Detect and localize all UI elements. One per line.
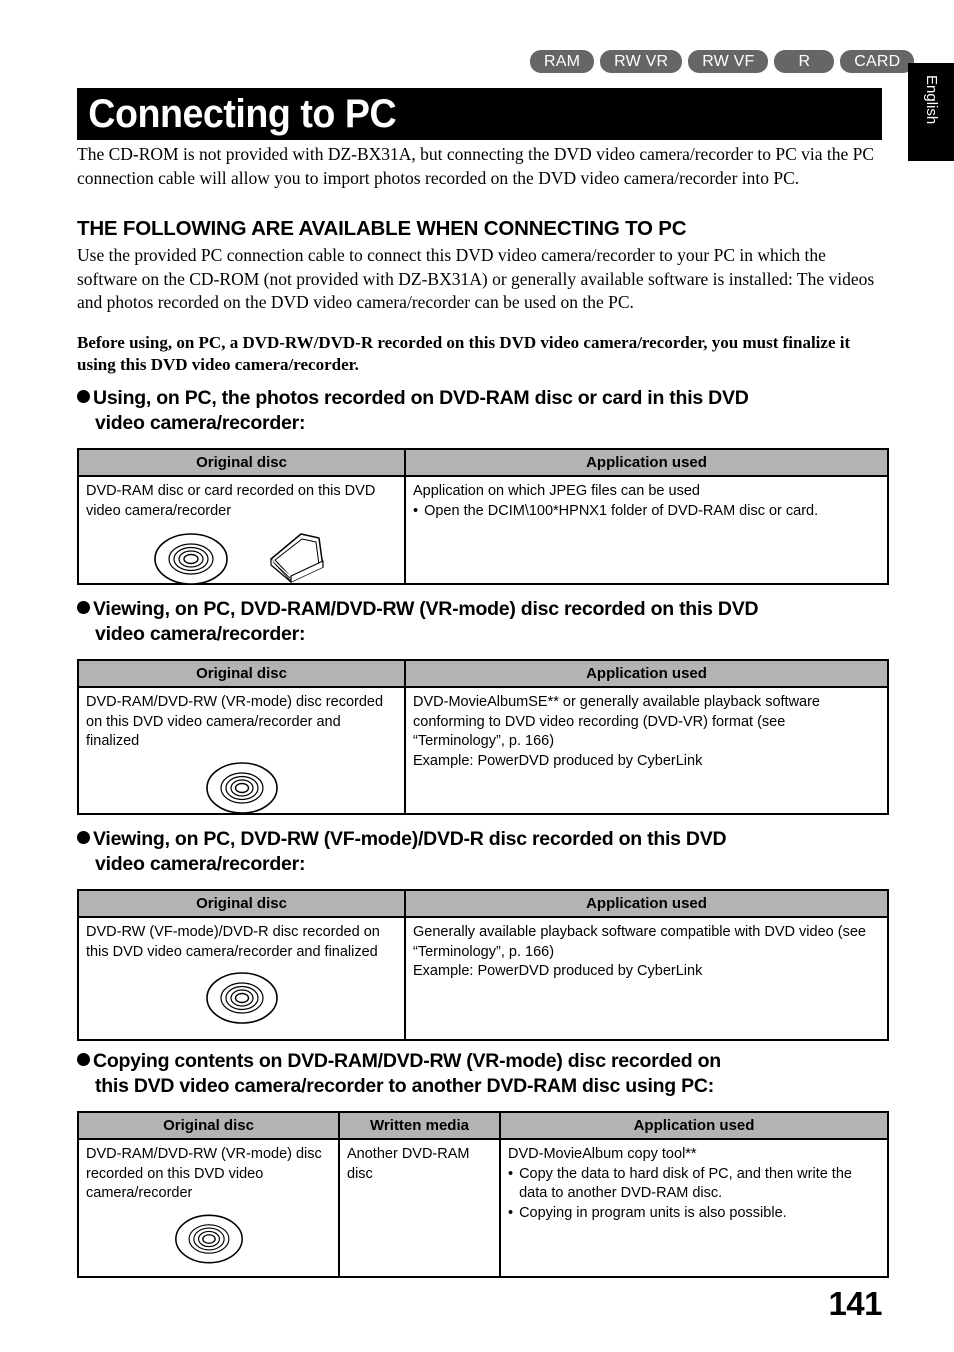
table-2-cell-2-line2: Example: PowerDVD produced by CyberLink xyxy=(413,752,703,769)
language-side-tab: English xyxy=(908,63,954,161)
bullet-heading-2: Viewing, on PC, DVD-RAM/DVD-RW (VR-mode)… xyxy=(77,597,889,647)
table-4-header-written-media: Written media xyxy=(338,1113,499,1138)
table-2-header-application-used: Application used xyxy=(404,661,887,686)
page-title: Connecting to PC xyxy=(88,92,397,136)
bullet-heading-3-line2: video camera/recorder: xyxy=(95,853,306,875)
media-icons-group xyxy=(86,760,397,816)
table-1-cell-1-text: DVD-RAM disc or card recorded on this DV… xyxy=(86,483,376,519)
bullet-dot-icon xyxy=(77,831,90,844)
title-banner: Connecting to PC xyxy=(77,88,882,140)
bullet-point-icon: • xyxy=(508,1165,514,1182)
table-4-header-application-used: Application used xyxy=(499,1113,887,1138)
bullet-heading-2-line1: Viewing, on PC, DVD-RAM/DVD-RW (VR-mode)… xyxy=(93,598,759,620)
table-4-cell-written-media: Another DVD-RAM disc xyxy=(338,1140,499,1278)
language-side-tab-label: English xyxy=(923,75,940,125)
table-2: Original disc Application used DVD-RAM/D… xyxy=(77,659,889,815)
table-1-cell-2-bullet-text: Open the DCIM\100*HPNX1 folder of DVD-RA… xyxy=(424,502,819,519)
bullet-heading-2-line2: video camera/recorder: xyxy=(95,623,306,645)
table-1-cell-2-line1: Application on which JPEG files can be u… xyxy=(413,483,700,499)
table-3-header-original-disc: Original disc xyxy=(196,895,287,912)
table-3-header-application-used: Application used xyxy=(404,891,887,916)
bullet-heading-1-line1: Using, on PC, the photos recorded on DVD… xyxy=(93,387,749,409)
table-3-cell-2-line1: Generally available playback software co… xyxy=(413,924,866,960)
table-4-cell-3-line1: DVD-MovieAlbum copy tool** xyxy=(508,1146,697,1162)
table-3-cell-original-disc: DVD-RW (VF-mode)/DVD-R disc recorded on … xyxy=(79,918,404,1041)
table-2-header-original-disc: Original disc xyxy=(196,665,287,682)
table-2-body-row: DVD-RAM/DVD-RW (VR-mode) disc recorded o… xyxy=(79,688,887,815)
table-3-cell-2-line2: Example: PowerDVD produced by CyberLink xyxy=(413,963,703,979)
bullet-heading-4-line1: Copying contents on DVD-RAM/DVD-RW (VR-m… xyxy=(93,1050,721,1072)
table-3-cell-1-text: DVD-RW (VF-mode)/DVD-R disc recorded on … xyxy=(86,924,380,960)
badge-ram: RAM xyxy=(530,50,595,73)
table-1-header-row: Original disc Application used xyxy=(79,450,887,477)
badge-rw-vr: RW VR xyxy=(600,50,683,73)
dvd-disc-icon xyxy=(174,1214,243,1263)
bullet-heading-3: Viewing, on PC, DVD-RW (VF-mode)/DVD-R d… xyxy=(77,827,889,877)
badge-card: CARD xyxy=(840,50,915,73)
dvd-disc-icon xyxy=(205,761,278,814)
table-4-cell-3-bullet-1-text: Copy the data to hard disk of PC, and th… xyxy=(519,1165,852,1202)
sd-card-icon xyxy=(269,533,324,583)
bullet-dot-icon xyxy=(77,1053,90,1066)
body-paragraph: Use the provided PC connection cable to … xyxy=(77,245,875,312)
table-2-header-row: Original disc Application used xyxy=(79,661,887,688)
table-3-header-row: Original disc Application used xyxy=(79,891,887,918)
table-4-body-row: DVD-RAM/DVD-RW (VR-mode) disc recorded o… xyxy=(79,1140,887,1278)
bullet-dot-icon xyxy=(77,601,90,614)
table-2-cell-application-used: DVD-MovieAlbumSE** or generally availabl… xyxy=(404,688,887,815)
table-4-header-original-disc: Original disc xyxy=(163,1117,254,1134)
bullet-heading-4-line2: this DVD video camera/recorder to anothe… xyxy=(95,1075,714,1097)
table-2-cell-original-disc: DVD-RAM/DVD-RW (VR-mode) disc recorded o… xyxy=(79,688,404,815)
table-2-cell-2-line1: DVD-MovieAlbumSE** or generally availabl… xyxy=(413,694,820,749)
badge-r: R xyxy=(774,50,835,73)
dvd-disc-icon xyxy=(205,972,278,1024)
table-4-header-row: Original disc Written media Application … xyxy=(79,1113,887,1140)
table-3-cell-application-used: Generally available playback software co… xyxy=(404,918,887,1041)
bullet-heading-1-line2: video camera/recorder: xyxy=(95,412,306,434)
media-icons-group xyxy=(86,970,397,1026)
table-1: Original disc Application used DVD-RAM d… xyxy=(77,448,889,585)
table-3-body-row: DVD-RW (VF-mode)/DVD-R disc recorded on … xyxy=(79,918,887,1041)
bullet-heading-1: Using, on PC, the photos recorded on DVD… xyxy=(77,386,889,436)
table-4-cell-original-disc: DVD-RAM/DVD-RW (VR-mode) disc recorded o… xyxy=(79,1140,338,1278)
dvd-disc-icon xyxy=(153,533,228,585)
bullet-point-icon: • xyxy=(413,502,419,519)
table-4-cell-3-bullet-1: • Copy the data to hard disk of PC, and … xyxy=(508,1165,880,1204)
bullet-point-icon: • xyxy=(508,1204,514,1221)
table-4-cell-3-bullet-2: • Copying in program units is also possi… xyxy=(508,1204,880,1224)
table-1-header-original-disc: Original disc xyxy=(196,454,287,471)
bullet-heading-3-line1: Viewing, on PC, DVD-RW (VF-mode)/DVD-R d… xyxy=(93,828,727,850)
media-icons-group xyxy=(86,529,397,587)
table-1-body-row: DVD-RAM disc or card recorded on this DV… xyxy=(79,477,887,585)
table-1-cell-2-bullet: • Open the DCIM\100*HPNX1 folder of DVD-… xyxy=(413,502,880,522)
media-badge-row: RAM RW VR RW VF R CARD xyxy=(530,50,915,73)
table-1-cell-application-used: Application on which JPEG files can be u… xyxy=(404,477,887,585)
table-3: Original disc Application used DVD-RW (V… xyxy=(77,889,889,1041)
table-4-cell-1-text: DVD-RAM/DVD-RW (VR-mode) disc recorded o… xyxy=(86,1146,322,1201)
bullet-heading-4: Copying contents on DVD-RAM/DVD-RW (VR-m… xyxy=(77,1049,889,1099)
table-1-cell-original-disc: DVD-RAM disc or card recorded on this DV… xyxy=(79,477,404,585)
bullet-dot-icon xyxy=(77,390,90,403)
table-1-header-application-used: Application used xyxy=(404,450,887,475)
table-4-cell-application-used: DVD-MovieAlbum copy tool** • Copy the da… xyxy=(499,1140,887,1278)
table-2-cell-1-text: DVD-RAM/DVD-RW (VR-mode) disc recorded o… xyxy=(86,694,384,749)
bold-note-paragraph: Before using, on PC, a DVD-RW/DVD-R reco… xyxy=(77,333,851,374)
media-icons-group xyxy=(86,1212,331,1266)
intro-paragraph: The CD-ROM is not provided with DZ-BX31A… xyxy=(77,144,875,188)
badge-rw-vf: RW VF xyxy=(688,50,769,73)
table-4: Original disc Written media Application … xyxy=(77,1111,889,1278)
manual-page: RAM RW VR RW VF R CARD English Connectin… xyxy=(0,0,954,1352)
page-number: 141 xyxy=(828,1285,882,1322)
section-heading: THE FOLLOWING ARE AVAILABLE WHEN CONNECT… xyxy=(77,217,687,240)
table-4-cell-3-bullet-2-text: Copying in program units is also possibl… xyxy=(519,1204,787,1221)
